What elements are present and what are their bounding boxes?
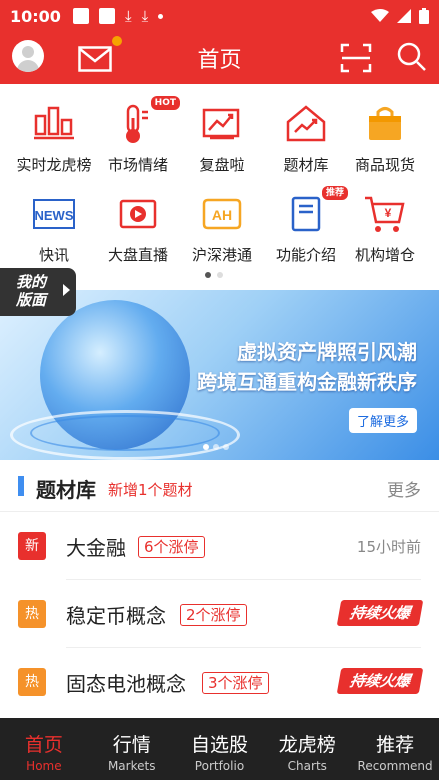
svg-text:AH: AH: [212, 207, 232, 223]
tab-recommend[interactable]: 推荐 Recommend: [351, 718, 439, 780]
news-icon: NEWS: [32, 192, 76, 236]
quick-item-institution[interactable]: ¥ 机构增仓: [343, 192, 427, 265]
topic-time: 15小时前: [356, 538, 421, 556]
play-icon: [116, 192, 160, 236]
hot-streak-badge: 持续火爆: [336, 600, 424, 626]
ah-icon: AH: [200, 192, 244, 236]
topic-name: 稳定币概念: [66, 604, 166, 628]
section-accent-bar: [18, 476, 24, 496]
more-link[interactable]: 更多: [387, 476, 421, 501]
hot-tag: 热: [18, 600, 46, 628]
quick-item-label: 机构增仓: [354, 246, 415, 264]
quick-menu: 实时龙虎榜 HOT 市场情绪 复盘啦 题材库 商品现货 NEWS 快讯 大盘直播…: [0, 84, 439, 290]
quick-item-connect[interactable]: AH 沪深港通: [180, 192, 264, 265]
quick-item-label: 商品现货: [354, 156, 415, 174]
quick-item-label: 题材库: [283, 156, 329, 174]
quick-item-label: 功能介绍: [275, 246, 336, 264]
topic-library-section: 题材库 新增1个题材 更多 新 大金融 6个涨停 15小时前 热 稳定币概念 2…: [0, 460, 439, 718]
quick-item-label: 实时龙虎榜: [16, 156, 92, 174]
quick-menu-pager: [205, 272, 223, 278]
search-icon[interactable]: [396, 41, 428, 73]
topic-row[interactable]: 热 固态电池概念 3个涨停 持续火爆: [0, 648, 439, 716]
gallery-icon: [72, 8, 89, 24]
quick-item-topic-library[interactable]: 题材库: [264, 102, 348, 175]
battery-icon: [419, 8, 429, 24]
tab-sublabel: Portfolio: [194, 759, 245, 773]
bar-chart-icon: [32, 102, 76, 146]
cart-icon: ¥: [363, 192, 407, 236]
tab-portfolio[interactable]: 自选股 Portfolio: [176, 718, 264, 780]
quick-item-live[interactable]: 大盘直播: [96, 192, 180, 265]
trend-house-icon: [284, 102, 328, 146]
top-header: 首页: [0, 32, 439, 84]
svg-text:¥: ¥: [385, 206, 392, 220]
page-title: 首页: [197, 48, 242, 73]
quick-item-review[interactable]: 复盘啦: [180, 102, 264, 175]
scan-icon[interactable]: [340, 43, 372, 73]
quick-item-market-mood[interactable]: HOT 市场情绪: [96, 96, 180, 175]
status-bar: 10:00 ⤓ ⤓: [0, 0, 439, 32]
signal-icon: [397, 9, 411, 23]
svg-text:NEWS: NEWS: [35, 208, 74, 223]
bottom-tab-bar: 首页 Home 行情 Markets 自选股 Portfolio 龙虎榜 Cha…: [0, 718, 439, 780]
tab-sublabel: Recommend: [357, 759, 433, 773]
new-tag: 新: [18, 532, 46, 560]
banner-pager: [203, 444, 229, 450]
tab-label: 推荐: [376, 734, 415, 756]
status-time: 10:00: [10, 6, 61, 26]
topic-row[interactable]: 新 大金融 6个涨停 15小时前: [0, 512, 439, 580]
section-header: 题材库 新增1个题材 更多: [0, 460, 439, 512]
tab-home[interactable]: 首页 Home: [0, 718, 88, 780]
quick-item-news[interactable]: NEWS 快讯: [12, 192, 96, 265]
tab-label: 行情: [112, 734, 151, 756]
tab-label: 首页: [24, 734, 63, 756]
limit-up-count: 2个涨停: [180, 604, 247, 626]
quick-item-dragon-tiger[interactable]: 实时龙虎榜: [12, 102, 96, 175]
tab-label: 龙虎榜: [278, 734, 336, 756]
banner-headline: 虚拟资产牌照引风潮: [237, 340, 417, 364]
download-icon: ⤓: [141, 6, 149, 25]
quick-item-label: 沪深港通: [191, 246, 252, 264]
my-layout-button[interactable]: 我的 版面: [0, 268, 76, 316]
quick-item-label: 大盘直播: [107, 246, 168, 264]
wifi-icon: [371, 9, 389, 22]
topic-name: 大金融: [66, 536, 126, 560]
quick-item-intro[interactable]: 推荐 功能介绍: [264, 186, 348, 265]
thermometer-icon: HOT: [116, 96, 180, 146]
limit-up-count: 6个涨停: [138, 536, 205, 558]
tab-charts[interactable]: 龙虎榜 Charts: [263, 718, 351, 780]
section-title: 题材库: [36, 478, 96, 502]
hot-tag: 热: [18, 668, 46, 696]
section-subtitle: 新增1个题材: [108, 481, 193, 499]
learn-more-button[interactable]: 了解更多: [348, 408, 417, 433]
quick-item-label: 市场情绪: [107, 156, 168, 174]
hot-streak-badge: 持续火爆: [336, 668, 424, 694]
more-notifications-icon: [158, 13, 164, 19]
app-icon: [98, 8, 115, 24]
limit-up-count: 3个涨停: [202, 672, 269, 694]
quick-item-commodity[interactable]: 商品现货: [343, 102, 427, 175]
hot-badge: HOT: [150, 96, 180, 110]
decor-ring: [30, 415, 220, 451]
arrow-right-icon: [63, 284, 70, 296]
quick-item-label: 复盘啦: [199, 156, 245, 174]
tab-markets[interactable]: 行情 Markets: [88, 718, 176, 780]
tab-sublabel: Markets: [107, 759, 156, 773]
review-chart-icon: [200, 102, 244, 146]
quick-item-label: 快讯: [38, 246, 69, 264]
bag-icon: [363, 102, 407, 146]
topic-row[interactable]: 热 稳定币概念 2个涨停 持续火爆: [0, 580, 439, 648]
banner-subheadline: 跨境互通重构金融新秩序: [197, 370, 417, 394]
tab-sublabel: Home: [26, 759, 62, 773]
topic-name: 固态电池概念: [66, 672, 186, 696]
tab-label: 自选股: [190, 734, 248, 756]
download-icon: ⤓: [124, 6, 132, 25]
tab-sublabel: Charts: [287, 759, 327, 773]
book-icon: 推荐: [284, 186, 348, 236]
